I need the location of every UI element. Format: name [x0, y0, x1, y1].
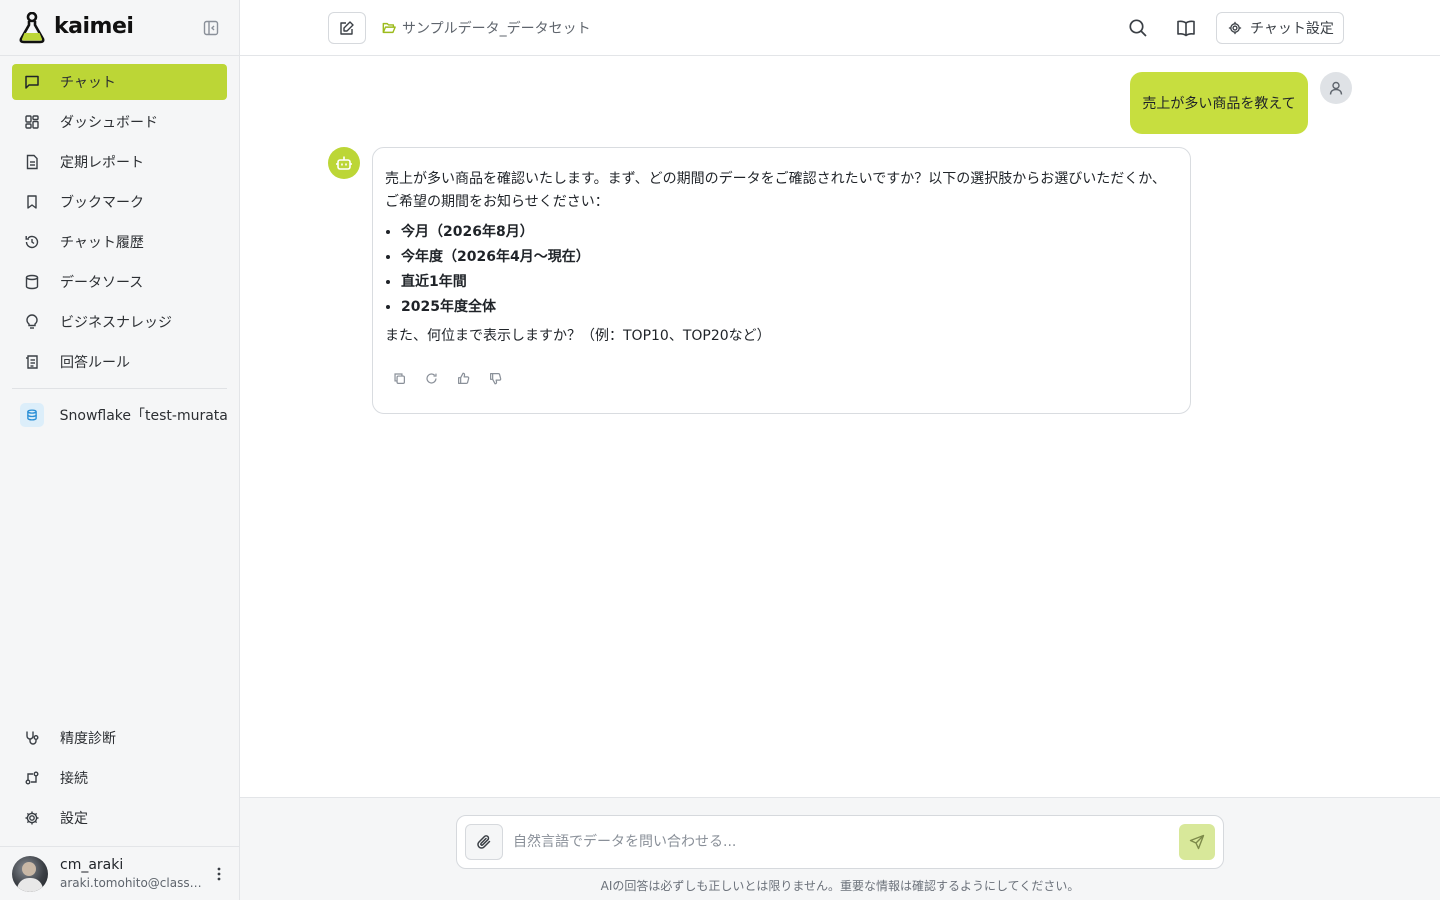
lightbulb-icon — [24, 314, 40, 330]
sidebar-item-label: 精度診断 — [60, 731, 116, 747]
sidebar: kaimei チャット ダッシュボード 定期レポート ブックマーク チャット履歴… — [0, 0, 240, 900]
sidebar-item-label: ダッシュボード — [60, 115, 158, 131]
bookmark-icon — [24, 194, 40, 210]
copy-button[interactable] — [391, 370, 407, 386]
sidebar-item-bookmarks[interactable]: ブックマーク — [12, 184, 227, 220]
sidebar-item-label: 接続 — [60, 771, 88, 787]
brand-name: kaimei — [54, 14, 134, 39]
bot-message-followup: また、何位まで表示しますか？（例：TOP10、TOP20など） — [385, 328, 771, 344]
sidebar-item-label: チャット履歴 — [60, 235, 144, 251]
thumbs-down-button[interactable] — [487, 370, 503, 386]
list-item: 今年度（2026年4月〜現在） — [401, 245, 1178, 270]
snowflake-database-icon — [20, 403, 44, 427]
sidebar-bottom-nav: 精度診断 接続 設定 — [12, 720, 227, 840]
bot-message: 売上が多い商品を確認いたします。まず、どの期間のデータをご確認されたいですか？以… — [372, 147, 1191, 414]
composer-area: AIの回答は必ずしも正しいとは限りません。重要な情報は確認するようにしてください… — [240, 797, 1440, 900]
sidebar-item-label: データソース — [60, 275, 144, 291]
user-message-text: 売上が多い商品を教えて — [1142, 96, 1296, 112]
user-profile: cm_araki araki.tomohito@classmethod.jp — [0, 846, 239, 900]
list-item: 今月（2026年8月） — [401, 220, 1178, 245]
user-name: cm_araki — [60, 857, 124, 873]
copy-icon — [393, 372, 405, 384]
search-button[interactable] — [1126, 16, 1150, 40]
thumbs-down-icon — [489, 372, 501, 384]
regenerate-button[interactable] — [423, 370, 439, 386]
user-message: 売上が多い商品を教えて — [1130, 72, 1308, 134]
main-area: サンプルデータ_データセット チャット設定 売上が多い商品を教えて 売上が多い商… — [240, 0, 1440, 900]
chat-settings-button[interactable]: チャット設定 — [1216, 12, 1344, 44]
sidebar-item-label: ビジネスナレッジ — [60, 315, 172, 331]
top-bar: サンプルデータ_データセット チャット設定 — [240, 0, 1440, 56]
new-chat-button[interactable] — [328, 12, 366, 44]
sidebar-item-reports[interactable]: 定期レポート — [12, 144, 227, 180]
robot-icon — [336, 156, 352, 170]
dataset-name: サンプルデータ_データセット — [402, 21, 591, 37]
chat-settings-label: チャット設定 — [1250, 21, 1334, 37]
thumbs-up-button[interactable] — [455, 370, 471, 386]
sidebar-collapse-icon — [203, 20, 219, 36]
ai-disclaimer: AIの回答は必ずしも正しいとは限りません。重要な情報は確認するようにしてください… — [600, 879, 1080, 893]
paperclip-icon — [477, 835, 491, 849]
search-icon — [1129, 19, 1147, 37]
thumbs-up-icon — [457, 372, 469, 384]
stethoscope-icon — [24, 730, 40, 746]
history-icon — [24, 234, 40, 250]
collapse-sidebar-button[interactable] — [200, 17, 222, 39]
refresh-icon — [425, 372, 437, 384]
sidebar-item-history[interactable]: チャット履歴 — [12, 224, 227, 260]
gear-icon — [24, 810, 40, 826]
sidebar-item-datasource[interactable]: データソース — [12, 264, 227, 300]
chat-input[interactable] — [513, 830, 1153, 854]
avatar[interactable] — [12, 856, 48, 892]
dashboard-icon — [24, 114, 40, 130]
sidebar-item-settings[interactable]: 設定 — [12, 800, 227, 836]
user-icon — [1329, 81, 1343, 95]
send-icon — [1189, 834, 1205, 850]
sidebar-item-diagnosis[interactable]: 精度診断 — [12, 720, 227, 756]
folder-open-icon — [382, 22, 396, 34]
brand: kaimei — [0, 0, 239, 56]
user-avatar — [1320, 72, 1352, 104]
chat-icon — [24, 74, 40, 90]
send-button[interactable] — [1179, 824, 1215, 860]
message-actions — [391, 370, 519, 386]
rules-icon — [24, 354, 40, 370]
bot-message-intro: 売上が多い商品を確認いたします。まず、どの期間のデータをご確認されたいですか？以… — [385, 171, 1166, 210]
sidebar-item-label: 定期レポート — [60, 155, 144, 171]
more-vertical-icon — [217, 867, 221, 881]
sidebar-source-label: Snowflake「test-murata」 — [59, 408, 227, 424]
gear-icon — [1228, 21, 1242, 35]
database-icon — [24, 274, 40, 290]
sidebar-item-rules[interactable]: 回答ルール — [12, 344, 227, 380]
list-item: 2025年度全体 — [401, 295, 1178, 320]
report-icon — [24, 154, 40, 170]
period-options-list: 今月（2026年8月） 今年度（2026年4月〜現在） 直近1年間 2025年度… — [385, 220, 1178, 320]
sidebar-item-label: 回答ルール — [60, 355, 130, 371]
sidebar-divider — [12, 388, 227, 389]
sidebar-item-label: 設定 — [60, 811, 88, 827]
sidebar-source-snowflake[interactable]: Snowflake「test-murata」 — [12, 401, 227, 429]
kaimei-logo-icon — [19, 12, 45, 44]
sidebar-item-dashboard[interactable]: ダッシュボード — [12, 104, 227, 140]
sidebar-item-connection[interactable]: 接続 — [12, 760, 227, 796]
attach-button[interactable] — [465, 824, 503, 860]
user-menu-button[interactable] — [210, 865, 228, 883]
guide-button[interactable] — [1174, 16, 1198, 40]
dataset-selector[interactable]: サンプルデータ_データセット — [382, 18, 591, 38]
sidebar-item-label: ブックマーク — [60, 195, 144, 211]
sidebar-item-knowledge[interactable]: ビジネスナレッジ — [12, 304, 227, 340]
sidebar-item-chat[interactable]: チャット — [12, 64, 227, 100]
sidebar-item-label: チャット — [60, 75, 116, 91]
composer — [456, 815, 1224, 869]
edit-icon — [340, 21, 354, 35]
connection-icon — [24, 770, 40, 786]
book-open-icon — [1177, 20, 1195, 37]
list-item: 直近1年間 — [401, 270, 1178, 295]
user-email: araki.tomohito@classmethod.jp — [60, 876, 202, 890]
sidebar-nav: チャット ダッシュボード 定期レポート ブックマーク チャット履歴 データソース… — [12, 64, 227, 429]
bot-avatar — [328, 147, 360, 179]
